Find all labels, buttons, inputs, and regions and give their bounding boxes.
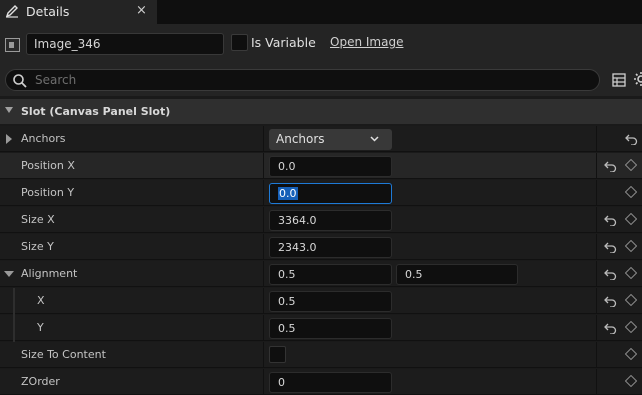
property-label: Anchors: [21, 132, 66, 145]
property-label: Alignment: [21, 267, 78, 280]
property-row-position-x: Position X 0.0: [0, 153, 642, 179]
keyframe-diamond-icon[interactable]: [625, 267, 637, 279]
details-panel: Details × Image_346 Is Variable Open Ima…: [0, 0, 642, 395]
property-row-anchors: Anchors Anchors: [0, 126, 642, 152]
search-icon: [13, 74, 27, 88]
property-row-size-to-content: Size To Content: [0, 342, 642, 368]
pencil-icon: [5, 5, 18, 18]
tab-details[interactable]: Details ×: [0, 0, 157, 24]
property-row-size-x: Size X 3364.0: [0, 207, 642, 233]
image-widget-icon: [5, 38, 20, 52]
property-label: Size X: [21, 213, 55, 226]
position-y-field[interactable]: 0.0: [269, 183, 392, 204]
keyframe-diamond-icon[interactable]: [625, 348, 637, 360]
reset-to-default-icon[interactable]: [625, 133, 638, 145]
reset-to-default-icon[interactable]: [604, 160, 617, 172]
position-x-field[interactable]: 0.0: [269, 156, 392, 177]
close-icon[interactable]: ×: [136, 3, 147, 18]
property-row-alignment: Alignment 0.5 0.5: [0, 261, 642, 287]
reset-to-default-icon[interactable]: [604, 268, 617, 280]
tab-title: Details: [26, 4, 70, 19]
property-row-alignment-y: Y 0.5: [0, 315, 642, 342]
property-label: Size Y: [21, 240, 54, 253]
property-row-size-y: Size Y 2343.0: [0, 234, 642, 260]
keyframe-diamond-icon[interactable]: [625, 159, 637, 171]
keyframe-diamond-icon[interactable]: [625, 375, 637, 387]
alignment-x-field[interactable]: 0.5: [269, 264, 392, 285]
gear-icon[interactable]: [633, 71, 642, 87]
alignment-y-field[interactable]: 0.5: [396, 264, 518, 285]
zorder-field[interactable]: 0: [269, 372, 392, 393]
size-to-content-checkbox[interactable]: [269, 346, 286, 363]
search-input[interactable]: [35, 72, 585, 88]
chevron-down-icon: [370, 136, 379, 142]
section-header-slot[interactable]: Slot (Canvas Panel Slot): [0, 99, 642, 124]
expand-arrow-icon[interactable]: [6, 134, 12, 144]
property-row-zorder: ZOrder 0: [0, 369, 642, 395]
object-name-field[interactable]: Image_346: [26, 33, 224, 55]
search-box: [5, 69, 600, 91]
keyframe-diamond-icon[interactable]: [625, 186, 637, 198]
table-view-icon[interactable]: [612, 73, 626, 87]
alignment-sub-x-field[interactable]: 0.5: [269, 291, 392, 312]
reset-to-default-icon[interactable]: [604, 322, 617, 334]
property-label: Position X: [21, 159, 75, 172]
property-label: ZOrder: [21, 375, 60, 388]
section-title: Slot (Canvas Panel Slot): [21, 105, 171, 118]
is-variable-checkbox[interactable]: [231, 34, 248, 51]
search-row: [0, 64, 642, 96]
reset-to-default-icon[interactable]: [604, 241, 617, 253]
property-row-alignment-x: X 0.5: [0, 288, 642, 315]
property-label: X: [37, 294, 45, 307]
alignment-sub-y-field[interactable]: 0.5: [269, 318, 392, 339]
open-image-link[interactable]: Open Image: [330, 35, 403, 49]
keyframe-diamond-icon[interactable]: [625, 294, 637, 306]
property-label: Y: [37, 321, 44, 334]
size-x-field[interactable]: 3364.0: [269, 210, 392, 231]
reset-to-default-icon[interactable]: [604, 295, 617, 307]
position-y-selected-text: 0.0: [278, 187, 298, 200]
keyframe-diamond-icon[interactable]: [625, 240, 637, 252]
collapse-caret-icon: [5, 107, 13, 113]
property-label: Position Y: [21, 186, 75, 199]
tab-bar: Details ×: [0, 0, 642, 24]
property-label: Size To Content: [21, 348, 106, 361]
keyframe-diamond-icon[interactable]: [625, 213, 637, 225]
collapse-arrow-icon[interactable]: [4, 271, 14, 277]
keyframe-diamond-icon[interactable]: [625, 321, 637, 333]
anchors-dropdown[interactable]: Anchors: [269, 129, 392, 150]
size-y-field[interactable]: 2343.0: [269, 237, 392, 258]
property-row-position-y: Position Y 0.0: [0, 180, 642, 206]
reset-to-default-icon[interactable]: [604, 214, 617, 226]
anchors-dropdown-label: Anchors: [276, 132, 325, 146]
object-header: Image_346 Is Variable Open Image: [0, 24, 642, 64]
is-variable-label: Is Variable: [251, 35, 316, 50]
